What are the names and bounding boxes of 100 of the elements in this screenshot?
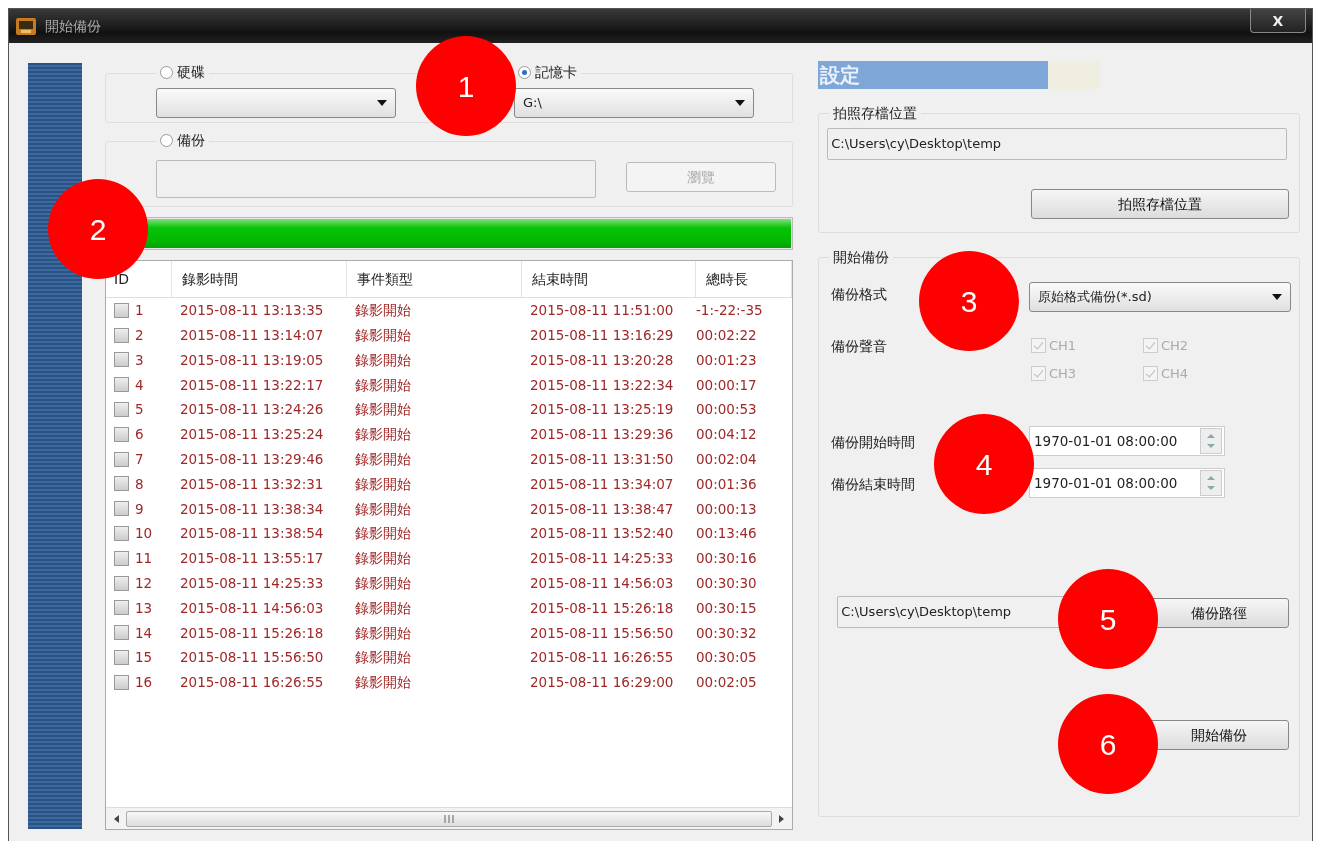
- table-cell: 2015-08-11 13:20:28: [530, 351, 674, 368]
- table-cell: 2015-08-11 13:22:34: [530, 376, 674, 393]
- table-cell: 00:30:16: [696, 550, 757, 567]
- window-title: 開始備份: [45, 16, 101, 36]
- table-cell: 00:30:32: [696, 624, 757, 641]
- scroll-left-icon[interactable]: [112, 813, 122, 824]
- radio-button[interactable]: [518, 66, 531, 79]
- spinner-icon[interactable]: [1200, 470, 1222, 496]
- dropdown-arrow-icon: [1272, 294, 1282, 300]
- row-checkbox[interactable]: [114, 352, 129, 368]
- column-header[interactable]: 總時長: [696, 261, 792, 297]
- drive-dropdown[interactable]: [156, 87, 396, 118]
- column-header[interactable]: 錄影時間: [172, 261, 347, 297]
- table-cell: 2015-08-11 14:56:03: [180, 599, 324, 616]
- table-cell-text: 15: [135, 648, 153, 668]
- row-checkbox[interactable]: [114, 426, 129, 442]
- callout-tooltip: 6: [1058, 694, 1158, 794]
- row-checkbox[interactable]: [114, 625, 129, 641]
- table-cell-text: 6: [135, 425, 144, 445]
- radio-label: 備份: [177, 131, 205, 150]
- table-cell-text: 16: [135, 673, 153, 693]
- snapshot-location-button[interactable]: 拍照存檔位置: [1031, 189, 1289, 219]
- table-cell: 00:00:53: [696, 401, 757, 418]
- close-button[interactable]: X: [1250, 9, 1306, 33]
- table-cell-text: 9: [135, 499, 144, 519]
- snapshot-path-field[interactable]: C:\Users\cy\Desktop\temp: [827, 128, 1287, 160]
- table-cell-text: 1: [135, 301, 144, 321]
- table-cell: 2015-08-11 14:25:33: [530, 550, 674, 567]
- radio-label: 記憶卡: [535, 63, 577, 82]
- row-checkbox[interactable]: [114, 674, 129, 690]
- table-cell: 2015-08-11 15:56:50: [180, 649, 324, 666]
- table-cell: 2015-08-11 11:51:00: [530, 302, 674, 319]
- row-checkbox[interactable]: [114, 476, 129, 492]
- dropdown-arrow-icon: [377, 99, 387, 106]
- row-checkbox[interactable]: [114, 650, 129, 666]
- format-dropdown[interactable]: 原始格式備份(*.sd): [1029, 282, 1291, 312]
- table-cell: 錄影開始: [355, 649, 411, 666]
- table-cell-text: 14: [135, 623, 153, 643]
- table-cell: 00:02:22: [696, 327, 757, 344]
- table-cell: 2015-08-11 13:38:47: [530, 500, 674, 517]
- table-cell: 2015-08-11 15:26:18: [180, 624, 324, 641]
- drive-dropdown[interactable]: G:\: [514, 87, 754, 118]
- row-checkbox[interactable]: [114, 302, 129, 318]
- table-cell: 00:30:15: [696, 599, 757, 616]
- row-checkbox[interactable]: [114, 526, 129, 542]
- radio-button[interactable]: [160, 66, 173, 79]
- table-cell: 2015-08-11 13:55:17: [180, 550, 324, 567]
- table-cell: 00:00:17: [696, 376, 757, 393]
- row-checkbox[interactable]: [114, 600, 129, 616]
- datetime-field[interactable]: 1970-01-01 08:00:00: [1029, 468, 1225, 498]
- table-cell: 2015-08-11 13:22:17: [180, 376, 324, 393]
- table-cell: 00:00:13: [696, 500, 757, 517]
- table-cell: 2015-08-11 13:38:34: [180, 500, 324, 517]
- table-cell: 2015-08-11 13:19:05: [180, 351, 324, 368]
- table-cell: 2015-08-11 13:29:46: [180, 451, 324, 468]
- path-field[interactable]: [156, 160, 596, 198]
- row-checkbox[interactable]: [114, 550, 129, 566]
- table-cell: 00:01:23: [696, 351, 757, 368]
- table-cell: 錄影開始: [355, 575, 411, 592]
- table-cell: -1:-22:-35: [696, 302, 763, 319]
- table-cell: 2015-08-11 13:24:26: [180, 401, 324, 418]
- table-cell: 00:01:36: [696, 475, 757, 492]
- row-checkbox[interactable]: [114, 377, 129, 393]
- table-cell: 00:02:05: [696, 674, 757, 691]
- radio-button[interactable]: [160, 134, 173, 147]
- field-label: 備份結束時間: [831, 475, 915, 494]
- table-cell: 00:02:04: [696, 451, 757, 468]
- scroll-right-icon[interactable]: [776, 813, 786, 824]
- datetime-field[interactable]: 1970-01-01 08:00:00: [1029, 426, 1225, 456]
- field-label: 備份開始時間: [831, 433, 915, 452]
- table-cell-text: 4: [135, 375, 144, 395]
- table-cell: 錄影開始: [355, 426, 411, 443]
- table-cell: 錄影開始: [355, 500, 411, 517]
- table-cell: 2015-08-11 14:56:03: [530, 575, 674, 592]
- table-cell: 錄影開始: [355, 525, 411, 542]
- table-cell: 2015-08-11 13:14:07: [180, 327, 324, 344]
- row-checkbox[interactable]: [114, 575, 129, 591]
- row-checkbox[interactable]: [114, 402, 129, 418]
- table-cell-text: 10: [135, 524, 153, 544]
- table-cell-text: 11: [135, 549, 153, 569]
- column-header[interactable]: 結束時間: [522, 261, 696, 297]
- row-checkbox[interactable]: [114, 327, 129, 343]
- table-cell-text: 8: [135, 474, 144, 494]
- horizontal-scrollbar[interactable]: [106, 807, 792, 829]
- table-cell-text: 3: [135, 350, 144, 370]
- spinner-icon[interactable]: [1200, 428, 1222, 454]
- table-cell: 2015-08-11 13:16:29: [530, 327, 674, 344]
- table-cell: 錄影開始: [355, 351, 411, 368]
- table-cell: 00:13:46: [696, 525, 757, 542]
- callout-tooltip: 5: [1058, 569, 1158, 669]
- dropdown-value: G:\: [523, 94, 543, 112]
- table-cell: 錄影開始: [355, 599, 411, 616]
- row-checkbox[interactable]: [114, 451, 129, 467]
- table-cell: 00:30:30: [696, 575, 757, 592]
- row-checkbox[interactable]: [114, 501, 129, 517]
- dropdown-value: 原始格式備份(*.sd): [1038, 288, 1153, 307]
- table-cell: 錄影開始: [355, 327, 411, 344]
- column-header[interactable]: 事件類型: [347, 261, 522, 297]
- scroll-thumb[interactable]: [126, 810, 772, 827]
- table-cell: 2015-08-11 14:25:33: [180, 575, 324, 592]
